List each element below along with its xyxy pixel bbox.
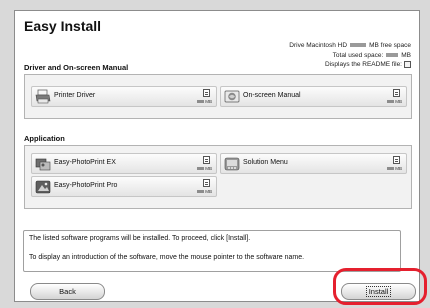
solution-menu-icon xyxy=(224,157,240,171)
item-label: On-screen Manual xyxy=(243,92,301,99)
item-easy-photoprint-pro[interactable]: Easy-PhotoPrint Pro MB xyxy=(31,176,217,197)
readme-label: Displays the README file: xyxy=(325,61,402,69)
easy-photoprint-ex-icon xyxy=(35,158,51,171)
driver-panel: Printer Driver MB On-screen Manual MB xyxy=(24,74,412,119)
total-used-space: Total used space: MB xyxy=(333,52,411,59)
description-line-2: To display an introduction of the softwa… xyxy=(29,254,305,261)
item-label: Solution Menu xyxy=(243,159,288,166)
redacted-value xyxy=(350,43,367,48)
item-size: MB xyxy=(387,166,402,171)
redacted-value xyxy=(386,53,399,58)
item-on-screen-manual[interactable]: On-screen Manual MB xyxy=(220,86,407,107)
readme-doc-icon[interactable] xyxy=(203,156,210,164)
description-box: The listed software programs will be ins… xyxy=(23,230,401,272)
total-suffix: MB xyxy=(401,52,411,59)
window-title: Easy Install xyxy=(24,18,102,34)
item-easy-photoprint-ex[interactable]: Easy-PhotoPrint EX MB xyxy=(31,153,217,174)
item-size: MB xyxy=(197,189,212,194)
readme-doc-icon[interactable] xyxy=(393,156,400,164)
readme-doc-icon[interactable] xyxy=(203,179,210,187)
application-panel: Easy-PhotoPrint EX MB Solution Menu MB E… xyxy=(24,145,412,209)
drive-label: Drive Macintosh HD xyxy=(289,42,348,49)
drive-free-space: Drive Macintosh HD MB free space xyxy=(289,42,411,49)
item-label: Easy-PhotoPrint Pro xyxy=(54,182,118,189)
readme-doc-icon[interactable] xyxy=(393,89,400,97)
item-solution-menu[interactable]: Solution Menu MB xyxy=(220,153,407,174)
item-size: MB xyxy=(197,99,212,104)
section-application-title: Application xyxy=(24,134,65,143)
readme-hint: Displays the README file: xyxy=(325,61,411,68)
install-button-label: Install xyxy=(365,286,392,297)
description-line-1: The listed software programs will be ins… xyxy=(29,235,251,242)
readme-doc-icon[interactable] xyxy=(203,89,210,97)
printer-icon xyxy=(35,89,51,104)
item-size: MB xyxy=(197,166,212,171)
item-size: MB xyxy=(387,99,402,104)
drive-suffix: MB free space xyxy=(369,42,411,49)
item-printer-driver[interactable]: Printer Driver MB xyxy=(31,86,217,107)
manual-icon xyxy=(224,90,240,103)
readme-icon xyxy=(404,61,411,68)
total-label: Total used space: xyxy=(332,52,384,59)
back-button[interactable]: Back xyxy=(30,283,105,300)
item-label: Easy-PhotoPrint EX xyxy=(54,159,116,166)
item-label: Printer Driver xyxy=(54,92,96,99)
easy-photoprint-pro-icon xyxy=(35,180,51,194)
section-driver-title: Driver and On-screen Manual xyxy=(24,63,129,72)
install-button[interactable]: Install xyxy=(341,283,416,300)
